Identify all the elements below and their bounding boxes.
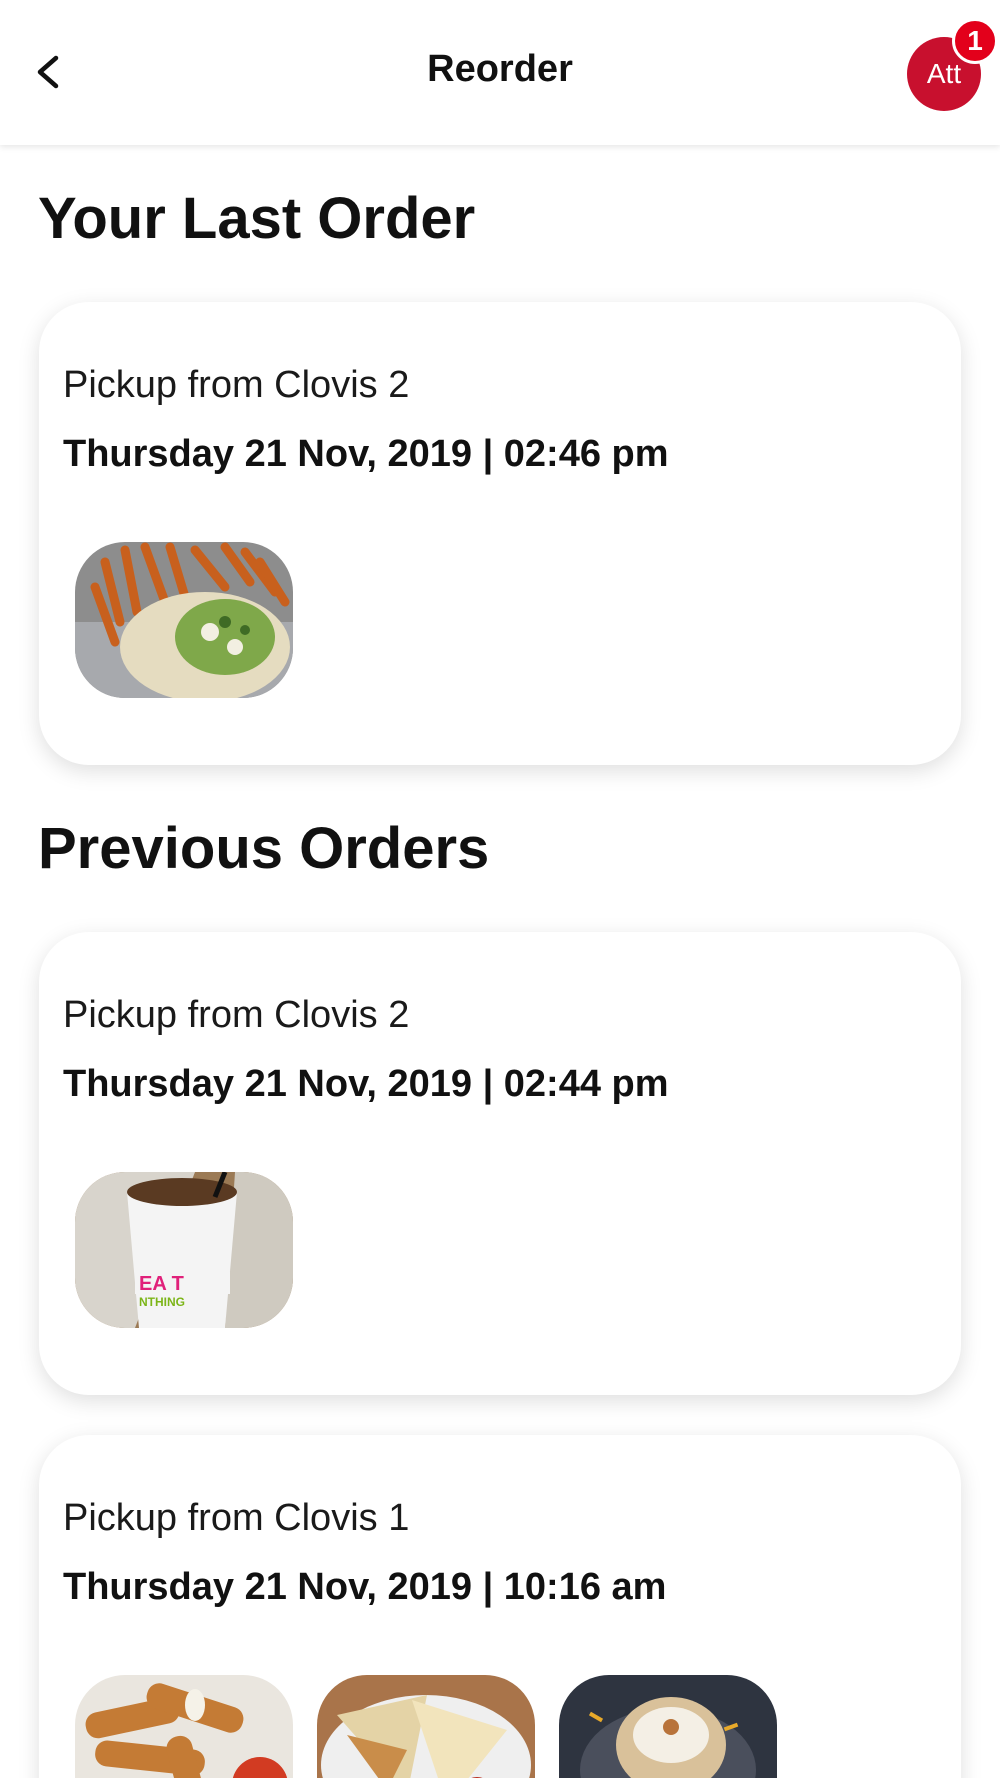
iced-tea-cup-photo[interactable]: EA T NTHING (75, 1172, 293, 1328)
notification-badge: 1 (952, 18, 998, 64)
order-datetime: Thursday 21 Nov, 2019 | 02:44 pm (63, 1063, 669, 1105)
wrap-and-fries-photo[interactable] (75, 542, 293, 698)
page-title: Reorder (427, 48, 573, 90)
food-image (317, 1675, 535, 1778)
order-datetime: Thursday 21 Nov, 2019 | 02:46 pm (63, 433, 669, 475)
previous-orders-heading: Previous Orders (38, 816, 490, 881)
svg-text:EA T: EA T (139, 1273, 184, 1295)
last-order-heading: Your Last Order (38, 186, 476, 251)
order-datetime: Thursday 21 Nov, 2019 | 10:16 am (63, 1566, 667, 1608)
pickup-location: Pickup from Clovis 2 (63, 364, 410, 406)
loaded-baked-potato-photo[interactable] (559, 1675, 777, 1778)
mozzarella-sticks-photo[interactable] (75, 1675, 293, 1778)
svg-text:NTHING: NTHING (139, 1295, 185, 1309)
app-header: Reorder Att 1 (0, 0, 1000, 145)
quesadilla-photo[interactable] (317, 1675, 535, 1778)
food-image (559, 1675, 777, 1778)
last-order-card[interactable]: Pickup from Clovis 2 Thursday 21 Nov, 20… (39, 302, 961, 765)
food-image: EA T NTHING (75, 1172, 293, 1328)
pickup-location: Pickup from Clovis 2 (63, 994, 410, 1036)
food-image (75, 542, 293, 698)
pickup-location: Pickup from Clovis 1 (63, 1497, 410, 1539)
previous-order-card[interactable]: Pickup from Clovis 2 Thursday 21 Nov, 20… (39, 932, 961, 1395)
previous-order-card[interactable]: Pickup from Clovis 1 Thursday 21 Nov, 20… (39, 1435, 961, 1778)
food-image (75, 1675, 293, 1778)
